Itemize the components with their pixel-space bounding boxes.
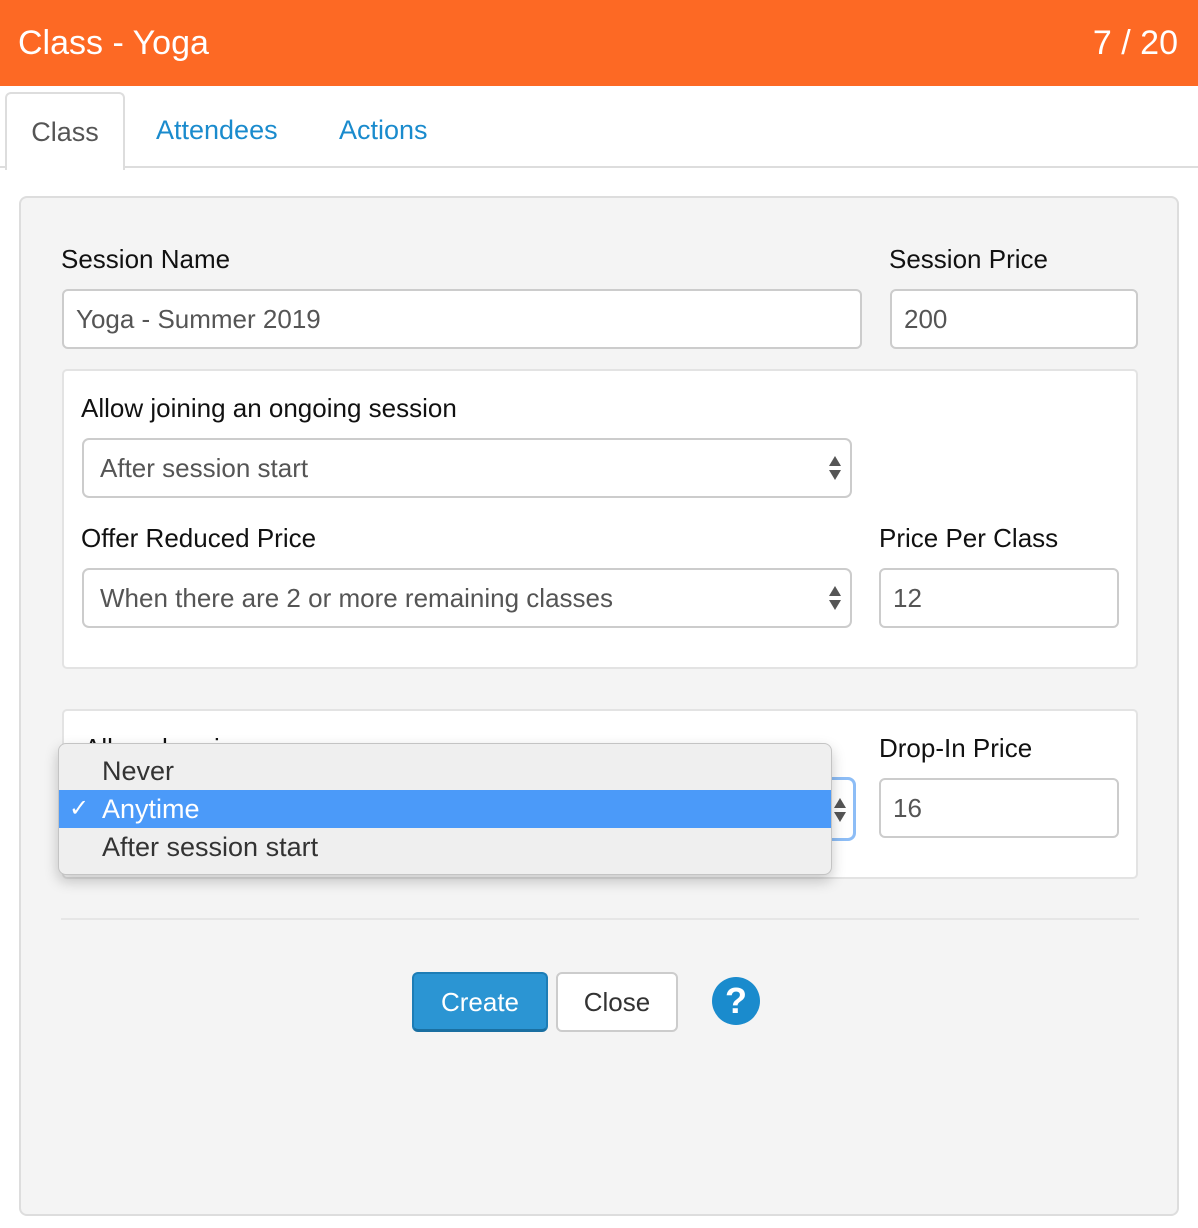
tab-class[interactable]: Class [5, 92, 125, 170]
select-arrows-icon [833, 796, 847, 824]
session-name-label: Session Name [61, 244, 231, 274]
class-form-panel: Session Name Yoga - Summer 2019 Session … [19, 196, 1179, 1216]
help-icon[interactable]: ? [712, 977, 760, 1025]
select-arrows-icon [828, 584, 842, 612]
allow-joining-label: Allow joining an ongoing session [81, 393, 457, 423]
ongoing-session-box: Allow joining an ongoing session After s… [62, 369, 1138, 669]
drop-in-price-input[interactable]: 16 [879, 778, 1119, 838]
tab-bar: Class Attendees Actions [0, 86, 1198, 170]
allow-joining-select[interactable]: After session start [82, 438, 852, 498]
tab-actions[interactable]: Actions [339, 92, 428, 168]
record-counter: 7 / 20 [1092, 24, 1178, 62]
tab-attendees[interactable]: Attendees [156, 92, 278, 168]
reduced-price-value: When there are 2 or more remaining class… [100, 583, 614, 613]
modal-title: Class - Yoga [18, 24, 209, 62]
reduced-price-select[interactable]: When there are 2 or more remaining class… [82, 568, 852, 628]
allow-joining-value: After session start [100, 453, 309, 483]
reduced-price-label: Offer Reduced Price [81, 523, 317, 553]
option-label: Never [102, 756, 175, 786]
session-price-label: Session Price [889, 244, 1048, 274]
option-after-session-start[interactable]: After session start [59, 828, 831, 866]
price-per-class-label: Price Per Class [879, 523, 1059, 553]
drop-in-price-label: Drop-In Price [879, 733, 1033, 763]
session-price-input[interactable]: 200 [890, 289, 1138, 349]
option-label: After session start [102, 832, 319, 862]
session-name-input[interactable]: Yoga - Summer 2019 [62, 289, 862, 349]
modal-header: Class - Yoga 7 / 20 [0, 0, 1198, 86]
close-button[interactable]: Close [556, 972, 678, 1032]
price-per-class-input[interactable]: 12 [879, 568, 1119, 628]
option-never[interactable]: Never [59, 752, 831, 790]
form-divider [61, 918, 1139, 920]
option-anytime[interactable]: ✓ Anytime [59, 790, 831, 828]
allow-drop-ins-dropdown: Never ✓ Anytime After session start [58, 743, 832, 875]
create-button[interactable]: Create [412, 972, 548, 1032]
select-arrows-icon [828, 454, 842, 482]
checkmark-icon: ✓ [69, 795, 90, 822]
option-label: Anytime [102, 794, 200, 824]
